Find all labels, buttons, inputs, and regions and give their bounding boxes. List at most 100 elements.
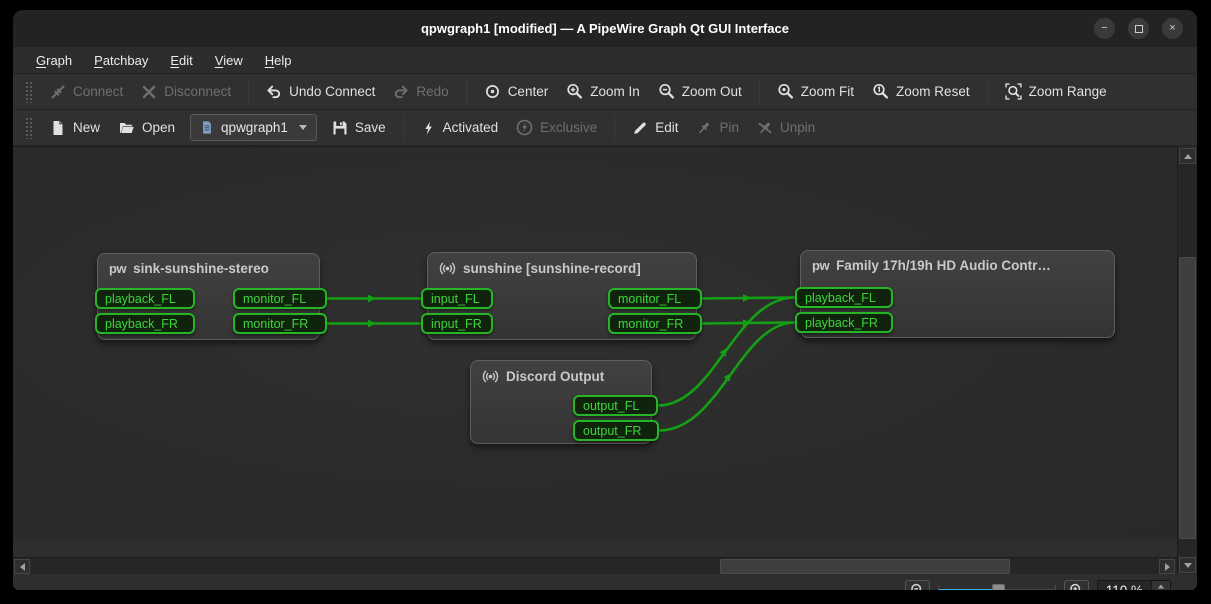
spinbox-arrows[interactable] (1151, 581, 1170, 591)
statusbar-zoom-in-button[interactable] (1064, 580, 1089, 590)
close-button[interactable]: × (1162, 18, 1183, 39)
exclusive-button[interactable]: Exclusive (507, 113, 606, 143)
menu-edit[interactable]: Edit (159, 50, 203, 71)
activated-bolt-icon (421, 120, 436, 136)
zoom-percent-value: 110 % (1098, 583, 1151, 590)
port-sunshine-monitor_FL[interactable]: monitor_FL (608, 288, 702, 309)
toolbar-separator (614, 116, 615, 140)
vertical-scrollbar[interactable] (1177, 147, 1197, 574)
menu-patchbay[interactable]: Patchbay (83, 50, 159, 71)
port-sunshine-input_FR[interactable]: input_FR (421, 313, 493, 334)
port-family-playback_FL[interactable]: playback_FL (795, 287, 893, 308)
exclusive-bolt-icon (516, 119, 533, 136)
graph-canvas[interactable]: pwsink-sunshine-stereo playback_FL playb… (13, 146, 1177, 539)
zoom-slider[interactable] (938, 583, 1056, 591)
horizontal-scrollbar-thumb[interactable] (720, 559, 1010, 574)
port-sunshine-input_FL[interactable]: input_FL (421, 288, 493, 309)
disconnect-button[interactable]: Disconnect (132, 77, 240, 107)
port-sink-monitor_FR[interactable]: monitor_FR (233, 313, 327, 334)
pin-button[interactable]: Pin (687, 113, 748, 143)
port-discord-output_FR[interactable]: output_FR (573, 420, 659, 441)
zoom-reset-icon (872, 83, 889, 100)
scroll-up-button[interactable] (1179, 148, 1196, 164)
graph-toolbar: Connect Disconnect Undo Connect Redo Cen… (13, 74, 1197, 110)
scroll-down-button[interactable] (1179, 557, 1196, 573)
patchbay-file-icon (200, 120, 214, 135)
zoom-slider-track[interactable] (996, 589, 1056, 591)
connect-icon (50, 84, 66, 100)
zoom-range-button[interactable]: Zoom Range (996, 77, 1116, 107)
zoom-reset-button[interactable]: Zoom Reset (863, 77, 979, 107)
disconnect-icon (141, 84, 157, 100)
scroll-left-icon (20, 563, 25, 571)
scroll-down-icon (1184, 563, 1192, 568)
new-button[interactable]: New (41, 113, 109, 143)
scroll-left-button[interactable] (14, 559, 30, 574)
zoom-slider-handle[interactable] (992, 584, 1005, 591)
node-title: pwFamily 17h/19h HD Audio Contr… (801, 251, 1114, 280)
toolbar-separator (759, 80, 760, 104)
port-sink-playback_FL[interactable]: playback_FL (95, 288, 195, 309)
zoom-out-icon (658, 83, 675, 100)
connections-layer (13, 147, 1177, 539)
open-button[interactable]: Open (109, 113, 184, 143)
pin-icon (696, 120, 712, 136)
maximize-button[interactable] (1128, 18, 1149, 39)
window-controls: − × (1094, 18, 1183, 39)
port-family-playback_FR[interactable]: playback_FR (795, 312, 893, 333)
connect-button[interactable]: Connect (41, 77, 132, 107)
minimize-icon: − (1101, 23, 1107, 34)
zoom-percent-spinbox[interactable]: 110 % (1097, 580, 1171, 591)
edit-button[interactable]: Edit (623, 113, 687, 143)
audio-stream-icon (482, 368, 499, 385)
zoom-slider-track-filled[interactable] (938, 589, 996, 591)
save-button[interactable]: Save (323, 113, 395, 143)
edit-pencil-icon (632, 120, 648, 136)
activated-button[interactable]: Activated (412, 113, 508, 143)
pipewire-icon: pw (812, 258, 829, 273)
scroll-right-button[interactable] (1159, 559, 1175, 574)
undo-connect-button[interactable]: Undo Connect (257, 77, 384, 107)
menu-view[interactable]: View (204, 50, 254, 71)
spin-up-icon (1158, 585, 1164, 589)
patchbay-selector[interactable]: qpwgraph1 (190, 114, 317, 141)
redo-button[interactable]: Redo (384, 77, 457, 107)
center-icon (484, 83, 501, 100)
toolbar-drag-handle[interactable] (25, 81, 33, 103)
toolbar-separator (248, 80, 249, 104)
center-button[interactable]: Center (475, 77, 558, 107)
save-icon (332, 120, 348, 136)
toolbar-separator (403, 116, 404, 140)
node-title: sunshine [sunshine-record] (428, 253, 696, 284)
undo-icon (266, 84, 282, 100)
port-discord-output_FL[interactable]: output_FL (573, 395, 658, 416)
menu-graph[interactable]: Graph (25, 50, 83, 71)
menubar: Graph Patchbay Edit View Help (13, 47, 1197, 74)
port-sink-monitor_FL[interactable]: monitor_FL (233, 288, 327, 309)
audio-stream-icon (439, 260, 456, 277)
pipewire-icon: pw (109, 261, 126, 276)
chevron-down-icon (299, 125, 307, 130)
menu-help[interactable]: Help (254, 50, 303, 71)
node-title: Discord Output (471, 361, 651, 392)
zoom-out-button[interactable]: Zoom Out (649, 77, 751, 107)
zoom-in-button[interactable]: Zoom In (557, 77, 649, 107)
zoom-fit-icon (777, 83, 794, 100)
horizontal-scrollbar[interactable] (13, 557, 1177, 574)
statusbar-zoom-out-button[interactable] (905, 580, 930, 590)
titlebar[interactable]: qpwgraph1 [modified] — A PipeWire Graph … (13, 10, 1197, 47)
app-window: qpwgraph1 [modified] — A PipeWire Graph … (13, 10, 1197, 590)
maximize-icon (1135, 25, 1143, 33)
redo-icon (393, 84, 409, 100)
toolbar-separator (987, 80, 988, 104)
zoom-out-icon (910, 583, 925, 590)
port-sink-playback_FR[interactable]: playback_FR (95, 313, 195, 334)
node-title: pwsink-sunshine-stereo (98, 254, 319, 283)
port-sunshine-monitor_FR[interactable]: monitor_FR (608, 313, 702, 334)
zoom-range-icon (1005, 83, 1022, 100)
vertical-scrollbar-thumb[interactable] (1179, 257, 1196, 539)
minimize-button[interactable]: − (1094, 18, 1115, 39)
toolbar-drag-handle[interactable] (25, 117, 33, 139)
zoom-fit-button[interactable]: Zoom Fit (768, 77, 863, 107)
unpin-button[interactable]: Unpin (748, 113, 824, 143)
